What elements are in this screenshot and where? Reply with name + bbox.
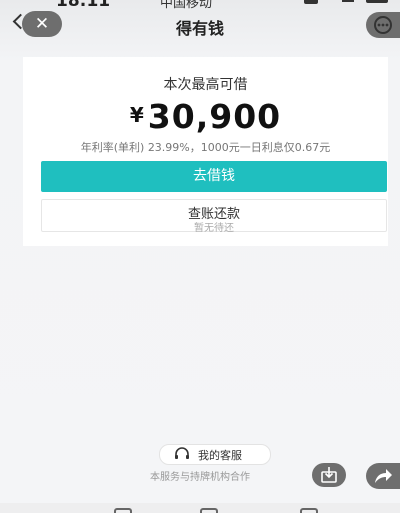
repay-button[interactable]: 查账还款 暂无待还: [41, 199, 387, 234]
status-carrier: 中国移动: [160, 0, 213, 10]
battery-icon: [366, 0, 388, 3]
customer-service-button[interactable]: 我的客服: [159, 444, 271, 465]
screen: 18:11 中国移动 ✕ 得有钱 本次最高可借 ¥30,900 年利率(单利) …: [0, 0, 400, 513]
repay-status: 暂无待还: [194, 223, 234, 234]
more-button[interactable]: [366, 12, 400, 38]
max-loan-label: 本次最高可借: [163, 77, 248, 93]
interest-rate-text: 年利率(单利) 23.99%，1000元一日利息仅0.67元: [80, 141, 331, 154]
share-button[interactable]: [366, 463, 400, 489]
download-icon: [321, 467, 337, 483]
header: ✕ 得有钱: [0, 10, 400, 44]
download-button[interactable]: [312, 463, 346, 487]
nav-home-icon[interactable]: [200, 508, 218, 513]
currency-symbol: ¥: [129, 103, 144, 127]
page-title: 得有钱: [175, 19, 224, 38]
nav-back-icon[interactable]: [300, 508, 318, 513]
status-time: 18:11: [56, 0, 111, 10]
signal-icon: [304, 0, 318, 4]
status-icons: [300, 0, 390, 6]
nav-menu-icon[interactable]: [114, 508, 132, 513]
more-icon: [374, 16, 392, 34]
headset-icon: [175, 447, 189, 459]
borrow-button[interactable]: 去借钱: [41, 161, 387, 192]
system-nav-bar: [0, 503, 400, 513]
share-icon: [375, 469, 392, 483]
amount-value: 30,900: [147, 97, 282, 136]
loan-card: 本次最高可借 ¥30,900 年利率(单利) 23.99%，1000元一日利息仅…: [23, 57, 388, 246]
loan-amount: ¥30,900: [23, 97, 388, 136]
service-label: 我的客服: [198, 449, 242, 462]
status-bar: 18:11 中国移动: [0, 0, 400, 10]
wifi-icon: [342, 0, 354, 2]
